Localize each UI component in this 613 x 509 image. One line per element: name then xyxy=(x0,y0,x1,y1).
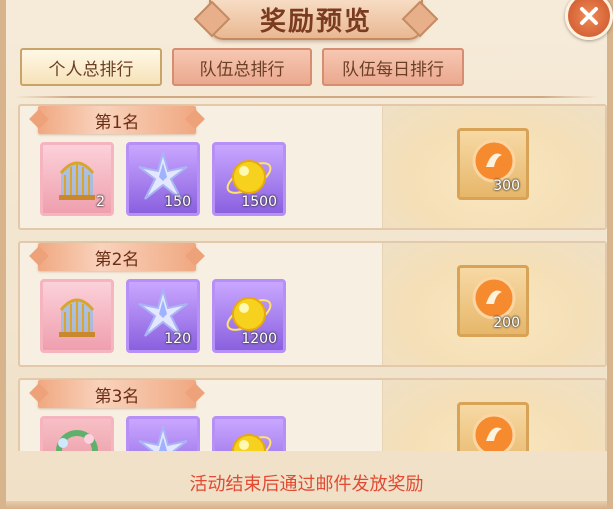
reward-item[interactable]: 1500 xyxy=(212,142,286,216)
tab-personal-ranking[interactable]: 个人总排行 xyxy=(20,48,162,86)
tab-label: 个人总排行 xyxy=(48,59,134,80)
gold-orb-icon xyxy=(226,434,272,451)
rank-card: 第1名 2 150 1500 300 xyxy=(18,104,607,230)
tab-label: 队伍总排行 xyxy=(199,59,285,80)
item-count: 150 xyxy=(164,194,191,210)
rank-card: 第3名 xyxy=(18,378,607,451)
reward-item[interactable]: 1200 xyxy=(212,279,286,353)
item-count: 300 xyxy=(493,178,520,194)
reward-box[interactable]: 200 xyxy=(457,265,529,337)
rank-card: 第2名 120 1200 200 xyxy=(18,241,607,367)
rank-label: 第2名 xyxy=(38,243,196,271)
reward-item[interactable]: 150 xyxy=(126,142,200,216)
reward-item[interactable]: 120 xyxy=(126,279,200,353)
close-icon xyxy=(580,7,598,25)
item-count: 1200 xyxy=(241,331,277,347)
tab-label: 队伍每日排行 xyxy=(342,59,444,80)
title-banner: 奖励预览 xyxy=(209,0,423,40)
item-count: 1500 xyxy=(241,194,277,210)
crystal-shard-icon xyxy=(138,425,188,451)
divider xyxy=(14,96,599,98)
tab-bar: 个人总排行 队伍总排行 队伍每日排行 xyxy=(20,48,464,86)
rank-text: 第1名 xyxy=(94,112,140,133)
close-button[interactable] xyxy=(565,0,613,40)
footer-note: 活动结束后通过邮件发放奖励 xyxy=(189,474,424,495)
panel-title: 奖励预览 xyxy=(259,6,372,37)
rank-box-area: 200 xyxy=(382,243,605,365)
reward-preview-panel: 奖励预览 个人总排行 队伍总排行 队伍每日排行 第1名 2 150 1500 3… xyxy=(0,0,613,509)
rank-text: 第2名 xyxy=(94,249,140,270)
tab-team-ranking[interactable]: 队伍总排行 xyxy=(172,48,312,86)
reward-item[interactable] xyxy=(212,416,286,451)
rank-label: 第3名 xyxy=(38,380,196,408)
reward-item[interactable] xyxy=(126,416,200,451)
rank-text: 第3名 xyxy=(94,386,140,407)
flower-wreath-icon xyxy=(56,430,98,451)
rank-label: 第1名 xyxy=(38,106,196,134)
reward-item[interactable] xyxy=(40,416,114,451)
reward-item[interactable]: 2 xyxy=(40,142,114,216)
tab-team-daily-ranking[interactable]: 队伍每日排行 xyxy=(322,48,464,86)
reward-box[interactable]: 300 xyxy=(457,128,529,200)
orange-orb-icon xyxy=(472,413,516,451)
item-count: 2 xyxy=(96,194,105,210)
item-count: 200 xyxy=(493,315,520,331)
rank-box-area xyxy=(382,380,605,451)
reward-item[interactable] xyxy=(40,279,114,353)
bottom-border xyxy=(6,501,607,509)
rank-box-area: 300 xyxy=(382,106,605,228)
reward-box[interactable] xyxy=(457,402,529,451)
reward-list[interactable]: 第1名 2 150 1500 300 第2名 120 1200 200 第3名 xyxy=(18,104,607,451)
item-count: 120 xyxy=(164,331,191,347)
birdcage-icon xyxy=(59,298,95,337)
